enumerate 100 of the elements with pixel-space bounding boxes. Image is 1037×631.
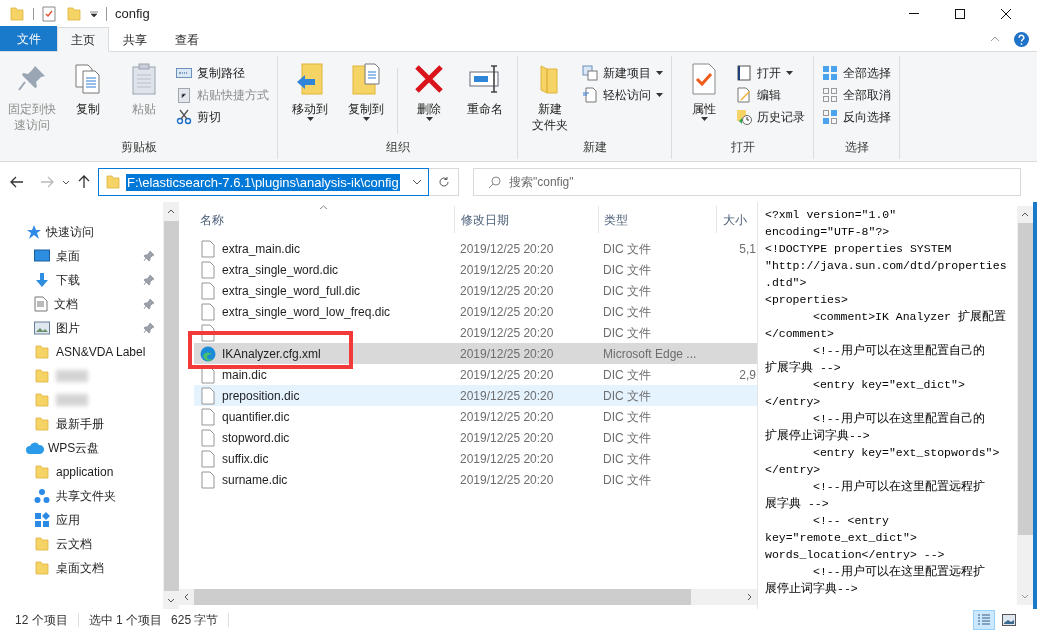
scroll-up-icon[interactable] <box>1021 212 1029 217</box>
ribbon-button[interactable]: 全部选择 <box>822 62 891 84</box>
sidebar-item[interactable]: application <box>56 463 155 481</box>
file-icon <box>200 302 216 321</box>
browser-icon <box>200 345 216 362</box>
scroll-left-icon[interactable] <box>184 593 189 601</box>
scrollbar[interactable] <box>163 202 179 609</box>
ribbon-button[interactable]: 复制 <box>60 56 116 138</box>
pin-icon[interactable] <box>143 322 155 334</box>
scroll-up-icon[interactable] <box>167 209 175 214</box>
ribbon-button[interactable]: 打开 <box>736 62 805 84</box>
sidebar-item[interactable]: 云文档 <box>56 535 155 553</box>
file-row[interactable]: stopword.dic 2019/12/25 20:20 DIC 文件 <box>194 427 757 448</box>
forward-icon[interactable] <box>40 176 54 188</box>
sort-caret-icon <box>319 205 328 210</box>
sidebar-item[interactable]: 桌面 <box>56 247 137 265</box>
file-row[interactable]: 2019/12/25 20:20 DIC 文件 <box>194 322 757 343</box>
sidebar-item[interactable]: 下载 <box>56 271 137 289</box>
file-row[interactable]: extra_single_word.dic 2019/12/25 20:20 DIC 文件 <box>194 259 757 280</box>
ribbon-button[interactable]: 属性 <box>676 56 732 138</box>
ribbon-button[interactable]: 删除 <box>401 56 457 138</box>
file-icon <box>200 449 216 468</box>
file-row[interactable]: suffix.dic 2019/12/25 20:20 DIC 文件 <box>194 448 757 469</box>
file-name: main.dic <box>222 366 267 384</box>
scroll-down-icon[interactable] <box>167 598 175 603</box>
sidebar-item[interactable]: ASN&VDA Label <box>56 343 155 361</box>
pin-icon[interactable] <box>143 274 155 286</box>
chevron-down-icon[interactable] <box>62 179 70 185</box>
chevron-down-icon[interactable] <box>412 179 422 185</box>
ribbon-button[interactable]: 复制到 <box>338 56 394 138</box>
pin-icon[interactable] <box>143 250 155 262</box>
ribbon-button[interactable]: 轻松访问 <box>582 84 663 106</box>
scrollbar[interactable] <box>1017 206 1033 605</box>
path-icon <box>176 65 192 81</box>
share-icon <box>34 488 50 504</box>
folder-icon <box>34 416 50 432</box>
ribbon-tab[interactable]: 主页 <box>57 27 109 52</box>
scrollbar[interactable] <box>179 589 757 605</box>
file-row[interactable]: IKAnalyzer.cfg.xml 2019/12/25 20:20 Microsoft Edge ... <box>194 343 757 364</box>
table-cell-text: 2019/12/25 20:20 <box>459 261 555 279</box>
ribbon-tab[interactable]: 共享 <box>109 27 161 52</box>
ribbon-button[interactable]: 移动到 <box>282 56 338 138</box>
help-icon[interactable] <box>1014 32 1029 47</box>
details-view-icon <box>977 613 991 626</box>
file-row[interactable]: surname.dic 2019/12/25 20:20 DIC 文件 <box>194 469 757 490</box>
sidebar-item[interactable]: 文档 <box>54 295 137 313</box>
ribbon-button[interactable]: 重命名 <box>457 56 513 138</box>
folder-icon <box>34 560 50 576</box>
ribbon-button[interactable]: 复制路径 <box>176 62 269 84</box>
file-row[interactable]: quantifier.dic 2019/12/25 20:20 DIC 文件 <box>194 406 757 427</box>
caret-icon <box>306 117 314 121</box>
sidebar-item[interactable]: 桌面文档 <box>56 559 155 577</box>
ribbon-button[interactable]: 新建 文件夹 <box>522 56 578 138</box>
caret-icon[interactable] <box>90 9 98 18</box>
file-row[interactable]: extra_main.dic 2019/12/25 20:20 DIC 文件 5,1 <box>194 238 757 259</box>
address-field[interactable]: F:\elasticsearch-7.6.1\plugins\analysis-ik\config <box>98 168 429 196</box>
back-icon[interactable] <box>10 176 24 188</box>
apps-icon <box>34 512 50 528</box>
sidebar-header[interactable]: WPS云盘 <box>48 439 100 457</box>
group-label: 组织 <box>384 139 411 156</box>
column-header[interactable]: 名称 <box>194 210 454 229</box>
search-input[interactable]: 搜索"config" <box>509 173 1020 191</box>
code-line: words_location</entry> --> <box>765 547 946 563</box>
refresh-button[interactable] <box>429 168 459 196</box>
download-icon <box>34 272 50 288</box>
table-cell-text: 2,9 <box>739 366 756 384</box>
ribbon-button[interactable]: 新建项目 <box>582 62 663 84</box>
up-arrow-icon[interactable] <box>78 175 90 189</box>
ribbon-button[interactable]: 历史记录 <box>736 106 805 128</box>
sidebar-item[interactable]: 图片 <box>56 319 137 337</box>
search-field[interactable]: 搜索"config" <box>473 168 1021 196</box>
file-name: extra_single_word_low_freq.dic <box>222 303 391 321</box>
scroll-right-icon[interactable] <box>747 593 752 601</box>
file-row[interactable]: main.dic 2019/12/25 20:20 DIC 文件 2,9 <box>194 364 757 385</box>
sidebar-header[interactable]: 快速访问 <box>46 223 94 241</box>
column-header[interactable]: 类型 <box>598 206 716 233</box>
ribbon-button[interactable]: 编辑 <box>736 84 805 106</box>
pin-icon[interactable] <box>143 298 155 310</box>
ribbon-button[interactable]: 剪切 <box>176 106 269 128</box>
code-line: </entry> <box>765 462 822 478</box>
sidebar-item[interactable]: 最新手册 <box>56 415 155 433</box>
checklist-icon[interactable] <box>42 5 56 22</box>
ribbon-tab[interactable]: 查看 <box>161 27 213 52</box>
column-header[interactable]: 修改日期 <box>454 206 598 233</box>
grid-icon <box>822 65 838 81</box>
refresh-icon <box>437 176 450 188</box>
sidebar-item[interactable]: 应用 <box>56 511 155 529</box>
file-row[interactable]: extra_single_word_low_freq.dic 2019/12/25 20:20 DIC 文件 <box>194 301 757 322</box>
file-row[interactable]: extra_single_word_full.dic 2019/12/25 20:20 DIC 文件 <box>194 280 757 301</box>
history-icon <box>736 109 752 125</box>
sidebar-item[interactable]: 共享文件夹 <box>56 487 155 505</box>
file-row[interactable]: preposition.dic 2019/12/25 20:20 DIC 文件 <box>194 385 757 406</box>
file-tab[interactable]: 文件 <box>0 26 57 51</box>
table-cell-text: 2019/12/25 20:20 <box>459 450 555 468</box>
file-icon <box>200 239 216 258</box>
edit-icon <box>736 87 752 103</box>
ribbon-button[interactable]: 反向选择 <box>822 106 891 128</box>
chevron-up-icon[interactable] <box>990 36 1000 42</box>
column-header[interactable]: 大小 <box>716 206 756 233</box>
ribbon-button[interactable]: 全部取消 <box>822 84 891 106</box>
